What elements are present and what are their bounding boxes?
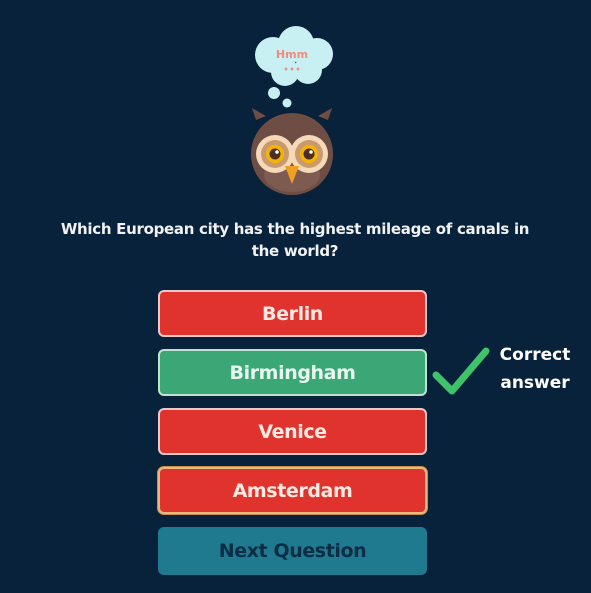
question-text: Which European city has the highest mile… bbox=[60, 220, 530, 260]
check-icon bbox=[432, 347, 490, 395]
answer-button-berlin[interactable]: Berlin bbox=[158, 290, 427, 337]
next-question-button[interactable]: Next Question bbox=[158, 527, 427, 575]
owl-icon bbox=[251, 108, 333, 195]
correct-answer-label: Correct answer bbox=[499, 345, 571, 393]
thought-bubble-text: Hmm bbox=[276, 48, 308, 61]
owl-mascot: Hmm bbox=[251, 26, 333, 195]
answer-button-birmingham[interactable]: Birmingham bbox=[158, 349, 427, 396]
answer-button-venice[interactable]: Venice bbox=[158, 408, 427, 455]
answer-button-amsterdam[interactable]: Amsterdam bbox=[158, 467, 427, 514]
thought-bubble: Hmm bbox=[255, 26, 333, 108]
